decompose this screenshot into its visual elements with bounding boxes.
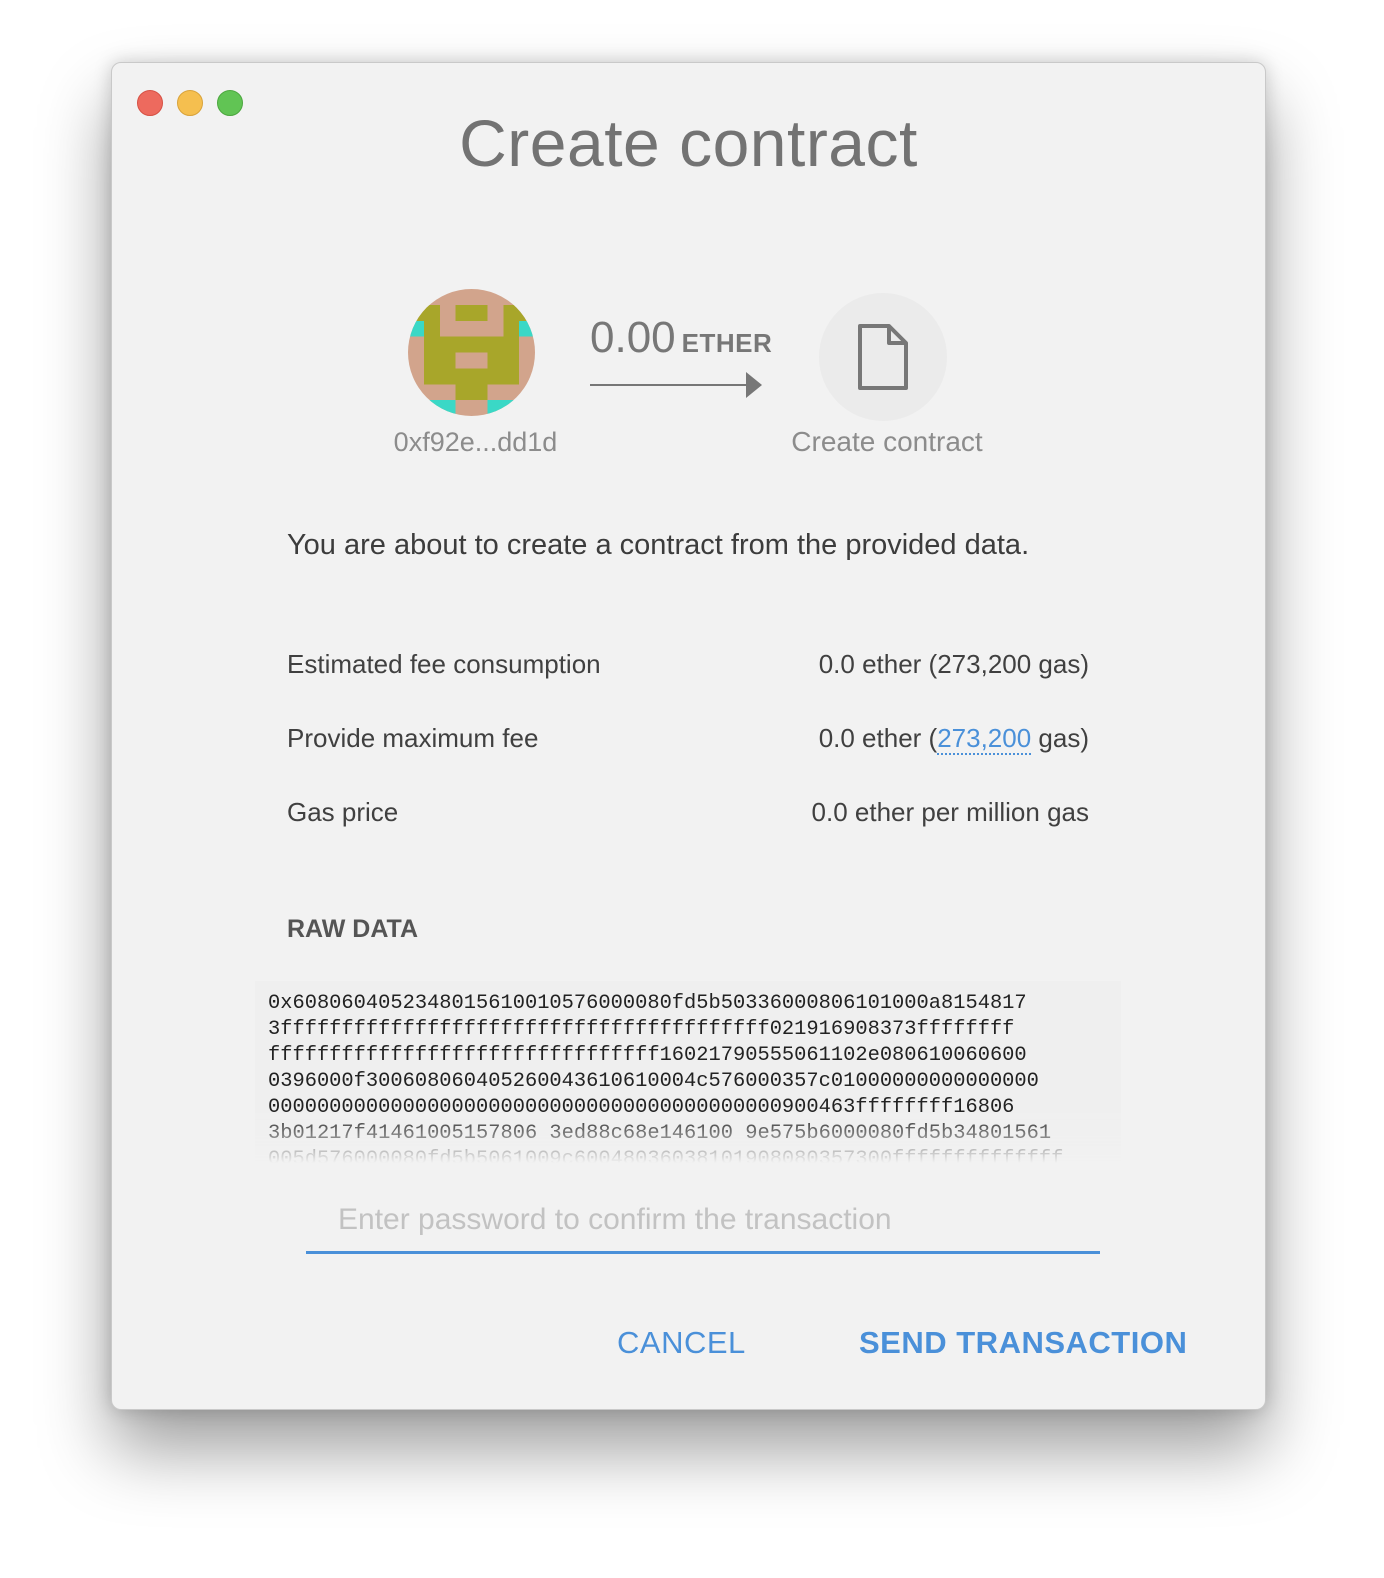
raw-data-line: 0x6080604052348015610010576000080fd5b503… (268, 992, 1027, 1015)
identicon-avatar (408, 289, 535, 416)
cancel-button[interactable]: CANCEL (617, 1325, 746, 1361)
max-fee-suffix: gas) (1031, 723, 1089, 753)
raw-data-line: 3b01217f41461005157806 3ed88c68e146100 9… (268, 1122, 1052, 1145)
document-icon (858, 324, 908, 390)
raw-data-line: 3fffffffffffffffffffffffffffffffffffffff… (268, 1018, 1015, 1041)
password-input[interactable] (306, 1195, 1100, 1254)
arrow-right-icon (590, 372, 762, 398)
raw-data-line: 005d576000080fd5b5061009c600480360381019… (268, 1148, 1064, 1163)
gas-price-value: 0.0 ether per million gas (811, 797, 1089, 827)
contract-icon-circle (819, 293, 947, 421)
raw-data-line: 0396000f300608060405260043610610004c5760… (268, 1070, 1039, 1093)
amount-unit: ETHER (681, 328, 773, 358)
max-fee-label: Provide maximum fee (287, 723, 539, 753)
estimated-fee-value: 0.0 ether (273,200 gas) (818, 649, 1089, 679)
amount-display: 0.00 ETHER (590, 313, 772, 363)
estimated-fee-label: Estimated fee consumption (287, 649, 601, 679)
dialog-title: Create contract (459, 106, 918, 180)
max-fee-prefix: 0.0 ether ( (818, 723, 938, 753)
gas-price-label: Gas price (287, 797, 399, 827)
raw-data-box[interactable]: 0x6080604052348015610010576000080fd5b503… (255, 981, 1121, 1163)
raw-data-line: 0000000000000000000000000000000000000000… (268, 1096, 1015, 1119)
raw-data-text: 0x6080604052348015610010576000080fd5b503… (268, 991, 1108, 1163)
from-address: 0xf92e...dd1d (393, 427, 558, 457)
send-transaction-button[interactable]: SEND TRANSACTION (859, 1325, 1187, 1361)
max-gas-link[interactable]: 273,200 (937, 723, 1032, 755)
description-text: You are about to create a contract from … (287, 529, 1030, 561)
max-fee-value: 0.0 ether (273,200 gas) (818, 723, 1089, 755)
amount-value: 0.00 (590, 313, 676, 362)
to-label: Create contract (791, 426, 983, 457)
raw-data-title: RAW DATA (287, 915, 418, 943)
dialog-window: Create contract 0xf92e...dd1d 0.00ETHER (111, 62, 1266, 1410)
raw-data-line: ffffffffffffffffffffffffffffffff16021790… (268, 1044, 1027, 1067)
